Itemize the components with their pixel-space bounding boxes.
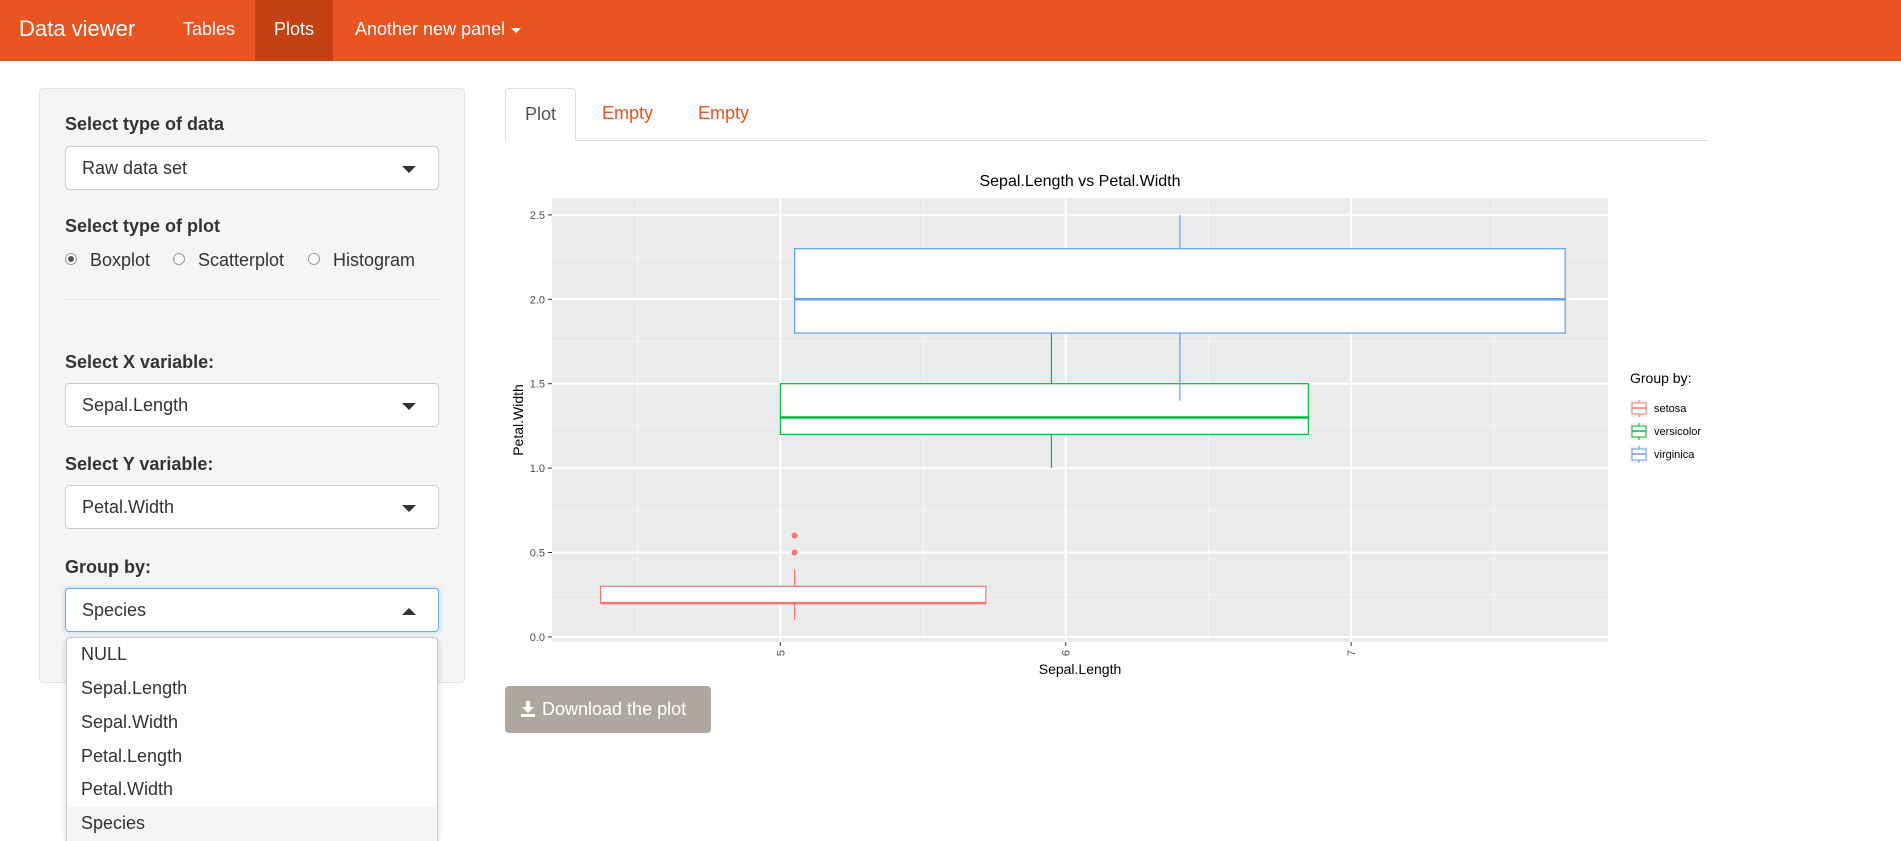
y-tick-label: 1.5 (530, 379, 545, 391)
x-variable-select[interactable]: Sepal.Length (65, 383, 439, 427)
y-tick-label: 2.0 (530, 294, 545, 306)
nav-item-label: Tables (183, 19, 236, 39)
legend-label: versicolor (1654, 426, 1701, 438)
legend-title: Group by: (1630, 370, 1691, 386)
legend-label: setosa (1654, 403, 1687, 415)
y-variable-label: Select Y variable: (65, 454, 214, 474)
y-tick-label: 0.0 (530, 632, 545, 644)
x-tick-label: 5 (775, 650, 787, 656)
box-body (793, 248, 1566, 334)
download-icon (521, 701, 535, 717)
nav-item-another-new-panel[interactable]: Another new panel (336, 0, 540, 61)
data-type-value: Raw data set (82, 158, 188, 178)
divider (65, 299, 439, 300)
y-axis-title: Petal.Width (510, 384, 526, 456)
radio-label: Scatterplot (198, 250, 285, 270)
y-variable-value: Petal.Width (82, 497, 175, 517)
navbar: Data viewer Tables Plots Another new pan… (0, 0, 1901, 61)
caret-down-icon (511, 27, 522, 33)
legend: setosa versicolor virginica (1630, 400, 1701, 463)
x-tick-label: 7 (1346, 650, 1358, 656)
radio-unchecked-icon (173, 253, 185, 265)
y-tick-label: 0.5 (530, 548, 545, 560)
boxplot-chart: Sepal.Length vs Petal.Width 0.0 0.5 1.0 1.5… (510, 173, 1701, 677)
download-plot-button[interactable]: Download the plot (505, 686, 711, 733)
chevron-down-icon (402, 403, 416, 410)
tab-empty-1[interactable]: Empty (583, 88, 672, 141)
dropdown-option-sepal-width[interactable]: Sepal.Width (67, 706, 437, 740)
y-tick-label: 2.5 (530, 210, 545, 222)
chevron-up-icon (402, 608, 416, 615)
legend-item-versicolor: versicolor (1630, 423, 1701, 440)
outlier-point (791, 532, 798, 539)
plot-type-label: Select type of plot (65, 216, 221, 236)
data-type-select[interactable]: Raw data set (65, 146, 439, 190)
data-type-label: Select type of data (65, 114, 225, 134)
dropdown-option-petal-width[interactable]: Petal.Width (67, 773, 437, 807)
x-variable-label: Select X variable: (65, 352, 215, 372)
group-by-dropdown-menu: NULL Sepal.Length Sepal.Width Petal.Leng… (66, 637, 438, 841)
dropdown-option-sepal-length[interactable]: Sepal.Length (67, 672, 437, 706)
download-button-label: Download the plot (542, 699, 687, 719)
radio-checked-icon (65, 253, 77, 265)
y-tick-label: 1.0 (530, 463, 545, 475)
group-by-select[interactable]: Species (65, 588, 439, 632)
chevron-down-icon (402, 505, 416, 512)
brand[interactable]: Data viewer (19, 0, 135, 61)
group-by-label: Group by: (65, 557, 151, 577)
group-by-value: Species (82, 600, 147, 620)
radio-unchecked-icon (308, 253, 320, 265)
dropdown-option-petal-length[interactable]: Petal.Length (67, 740, 437, 774)
legend-item-setosa: setosa (1630, 400, 1687, 417)
radio-label: Boxplot (90, 250, 151, 270)
y-variable-select[interactable]: Petal.Width (65, 485, 439, 529)
nav-item-tables[interactable]: Tables (164, 0, 254, 61)
nav-item-plots[interactable]: Plots (255, 0, 334, 61)
dropdown-option-species[interactable]: Species (67, 807, 437, 841)
tab-plot[interactable]: Plot (505, 88, 577, 141)
chevron-down-icon (402, 166, 416, 173)
dropdown-option-null[interactable]: NULL (67, 638, 437, 672)
chart-title: Sepal.Length vs Petal.Width (979, 173, 1180, 190)
legend-label: virginica (1654, 449, 1695, 461)
box-body (599, 585, 987, 604)
outlier-point (791, 549, 798, 556)
tab-empty-2[interactable]: Empty (679, 88, 768, 141)
box-body (779, 383, 1309, 435)
nav-item-label: Plots (274, 19, 315, 39)
x-axis-title: Sepal.Length (1039, 661, 1122, 677)
x-tick-label: 6 (1061, 650, 1073, 656)
radio-label: Histogram (333, 250, 416, 270)
legend-item-virginica: virginica (1630, 446, 1695, 463)
x-variable-value: Sepal.Length (82, 395, 189, 415)
nav-item-label: Another new panel (355, 19, 506, 39)
